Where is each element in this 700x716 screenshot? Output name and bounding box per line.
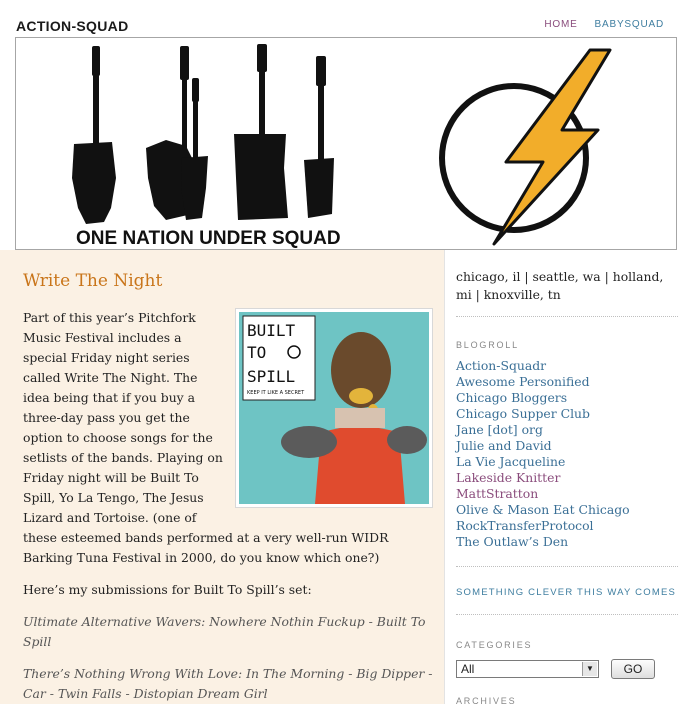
categories-heading: CATEGORIES [456,640,533,650]
site-title[interactable]: ACTION-SQUAD [16,18,128,34]
go-button[interactable]: GO [611,659,655,679]
lightning-bolt-icon [439,48,612,246]
blogroll-link[interactable]: La Vie Jacqueline [456,454,565,469]
blogroll-heading: BLOGROLL [456,340,519,350]
categories-select[interactable]: All ▼ [456,660,599,678]
post-body: BUILT TO SPILL KEEP IT LIKE A SECRET Par… [23,308,433,716]
blogroll-list: Action-Squadr Awesome Personified Chicag… [456,358,630,550]
post-title[interactable]: Write The Night [23,271,162,291]
blogroll-link[interactable]: Lakeside Knitter [456,470,560,485]
song-item: Ultimate Alternative Wavers: Nowhere Not… [23,614,426,649]
divider [456,316,678,317]
blogroll-link[interactable]: Awesome Personified [456,374,590,389]
blogroll-link[interactable]: RockTransferProtocol [456,518,594,533]
categories-selected-value: All [461,662,475,676]
archives-heading: ARCHIVES [456,696,517,706]
blogroll-link[interactable]: Action-Squadr [456,358,546,373]
blogroll-link[interactable]: Julie and David [456,438,552,453]
something-clever-link[interactable]: SOMETHING CLEVER THIS WAY COMES [456,587,676,598]
blogroll-link[interactable]: The Outlaw’s Den [456,534,568,549]
guitar-states-graphic [72,44,334,224]
song-item: There’s Nothing Wrong With Love: In The … [23,666,433,701]
blogroll-link[interactable]: Chicago Supper Club [456,406,590,421]
album-tagline: KEEP IT LIKE A SECRET [247,390,305,396]
album-line1: BUILT [247,321,296,340]
nav-babysquad-link[interactable]: BABYSQUAD [595,19,664,30]
top-nav: HOME BABYSQUAD [544,19,664,30]
album-line2: TO [247,343,266,362]
divider [456,614,678,615]
banner-slogan: ONE NATION UNDER SQUAD [76,228,341,249]
album-line3: SPILL [247,367,295,386]
album-cover-image[interactable]: BUILT TO SPILL KEEP IT LIKE A SECRET [235,308,433,508]
blogroll-link[interactable]: Jane [dot] org [456,422,543,437]
blogroll-link[interactable]: Olive & Mason Eat Chicago [456,502,630,517]
nav-home-link[interactable]: HOME [544,19,577,30]
divider [456,566,678,567]
header-banner[interactable]: ONE NATION UNDER SQUAD [15,37,677,250]
blogroll-link[interactable]: Chicago Bloggers [456,390,567,405]
categories-form: All ▼ GO [456,659,655,679]
location-list: chicago, il | seattle, wa | holland, mi … [456,269,664,302]
blogroll-link[interactable]: MattStratton [456,486,538,501]
post-submissions-intro: Here’s my submissions for Built To Spill… [23,582,312,597]
select-arrow-icon[interactable]: ▼ [582,662,597,676]
